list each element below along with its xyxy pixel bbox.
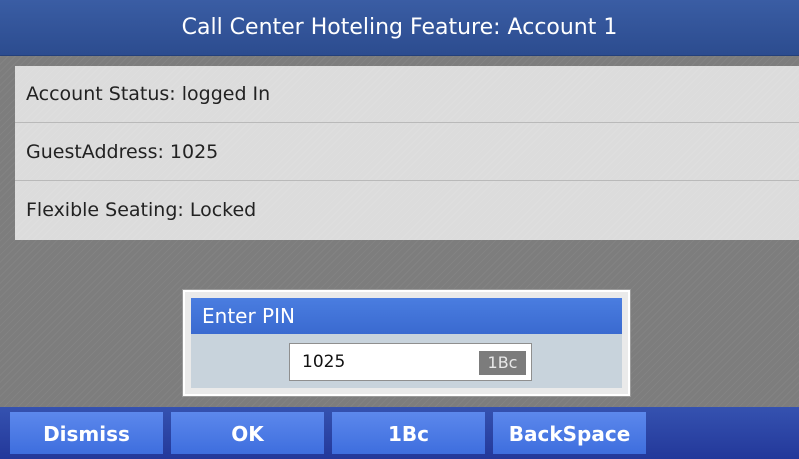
input-mode-badge: 1Bc xyxy=(479,351,526,375)
pin-value: 1025 xyxy=(302,352,346,372)
dialog-title: Enter PIN xyxy=(191,298,622,334)
flexible-seating-row[interactable]: Flexible Seating: Locked xyxy=(15,182,799,239)
dismiss-softkey[interactable]: Dismiss xyxy=(10,412,163,454)
ok-softkey[interactable]: OK xyxy=(171,412,324,454)
guest-address-row[interactable]: GuestAddress: 1025 xyxy=(15,124,799,181)
pin-input[interactable]: 1025 1Bc xyxy=(289,343,532,381)
screen-title: Call Center Hoteling Feature: Account 1 xyxy=(0,0,799,56)
input-mode-softkey[interactable]: 1Bc xyxy=(332,412,485,454)
dialog-body: 1025 1Bc xyxy=(191,334,622,388)
softkey-bar: Dismiss OK 1Bc BackSpace xyxy=(0,407,799,459)
account-status-row[interactable]: Account Status: logged In xyxy=(15,66,799,123)
backspace-softkey[interactable]: BackSpace xyxy=(493,412,646,454)
enter-pin-dialog: Enter PIN 1025 1Bc xyxy=(183,290,630,396)
phone-screen: Call Center Hoteling Feature: Account 1 … xyxy=(0,0,799,459)
account-info-panel: Account Status: logged In GuestAddress: … xyxy=(15,66,799,240)
